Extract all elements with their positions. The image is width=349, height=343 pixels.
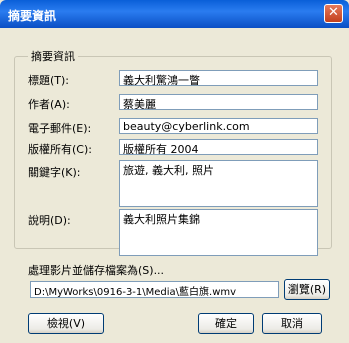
cancel-button[interactable]: 取消 [262, 313, 322, 334]
author-label: 作者(A): [28, 98, 70, 111]
summary-info-dialog: 摘要資訊 ✕ 摘要資訊 標題(T): 義大利驚鴻一瞥 作者(A): 蔡美麗 電子… [0, 0, 349, 343]
email-field[interactable]: beauty@cyberlink.com [119, 118, 318, 134]
title-field[interactable]: 義大利驚鴻一瞥 [119, 70, 318, 86]
email-label: 電子郵件(E): [28, 122, 92, 135]
description-label: 說明(D): [28, 214, 71, 227]
window-title: 摘要資訊 [8, 9, 57, 23]
title-bar: 摘要資訊 ✕ [0, 0, 349, 28]
description-field[interactable]: 義大利照片集錦 [119, 209, 318, 256]
group-legend: 摘要資訊 [28, 48, 78, 64]
copyright-field[interactable]: 版權所有 2004 [119, 139, 318, 155]
title-label: 標題(T): [28, 74, 70, 87]
save-path-field[interactable]: D:\MyWorks\0916-3-1\Media\藍白旗.wmv [30, 281, 279, 298]
copyright-label: 版權所有(C): [28, 143, 92, 156]
preview-button[interactable]: 檢視(V) [28, 313, 104, 334]
close-button[interactable]: ✕ [324, 4, 343, 23]
browse-button[interactable]: 瀏覽(R) [284, 279, 330, 300]
keywords-field[interactable]: 旅遊, 義大利, 照片 [119, 160, 318, 207]
keywords-label: 關鍵字(K): [28, 166, 81, 179]
ok-button[interactable]: 確定 [198, 313, 254, 334]
save-path-label: 處理影片並儲存檔案為(S)... [28, 264, 165, 277]
author-field[interactable]: 蔡美麗 [119, 94, 318, 110]
